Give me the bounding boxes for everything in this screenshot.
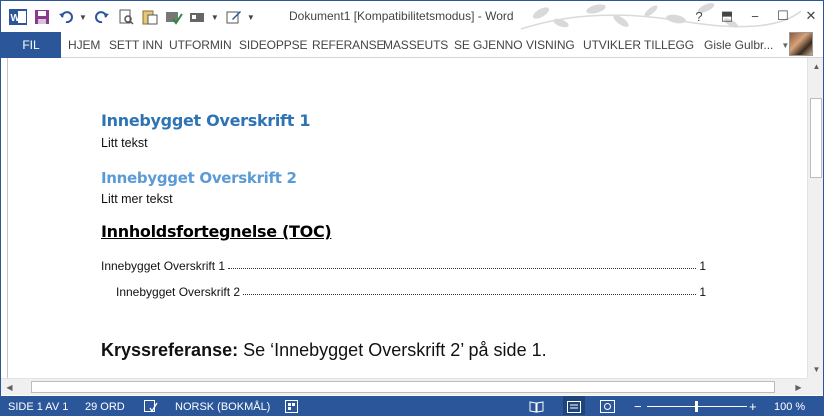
toolbar-icon[interactable]	[187, 6, 209, 28]
tab-review[interactable]: SE GJENNO	[454, 32, 523, 58]
print-preview-icon[interactable]	[115, 6, 137, 28]
heading-2[interactable]: Innebygget Overskrift 2	[101, 169, 297, 187]
zoom-slider-thumb[interactable]	[695, 401, 698, 412]
close-button[interactable]: ✕	[797, 1, 823, 31]
cross-reference-paragraph[interactable]: Kryssreferanse: Se ‘Innebygget Overskrif…	[101, 340, 547, 361]
read-mode-icon[interactable]	[529, 396, 544, 415]
tab-addins[interactable]: TILLEGG	[644, 32, 694, 58]
language-indicator[interactable]: NORSK (BOKMÅL)	[175, 396, 270, 415]
scroll-left-icon[interactable]: ◀	[1, 379, 18, 396]
edit-icon[interactable]	[223, 6, 245, 28]
page-indicator[interactable]: SIDE 1 AV 1	[8, 396, 68, 415]
toc-heading[interactable]: Innholdsfortegnelse (TOC)	[101, 222, 332, 241]
status-bar: SIDE 1 AV 1 29 ORD NORSK (BOKMÅL) − + 10…	[1, 396, 823, 415]
tab-page-layout[interactable]: SIDEOPPSE	[239, 32, 308, 58]
tab-view[interactable]: VISNING	[526, 32, 575, 58]
zoom-out-button[interactable]: −	[634, 396, 642, 415]
scroll-up-icon[interactable]: ▲	[808, 58, 823, 75]
help-button[interactable]: ?	[685, 1, 713, 31]
quick-access-toolbar: W ▼ ▼ ▼	[7, 6, 259, 28]
user-account[interactable]: Gisle Gulbr... ▼	[704, 32, 789, 58]
toolbar-dropdown-icon[interactable]: ▼	[211, 13, 219, 22]
tab-design[interactable]: UTFORMIN	[169, 32, 232, 58]
heading-1[interactable]: Innebygget Overskrift 1	[101, 111, 310, 130]
redo-icon[interactable]	[91, 6, 113, 28]
word-count[interactable]: 29 ORD	[85, 396, 125, 415]
toc-entry-text: Innebygget Overskrift 2	[116, 285, 241, 299]
word-window: W ▼ ▼ ▼ Dokument1 [Kompatibilitetsmodus]…	[0, 0, 824, 416]
toc-entry[interactable]: Innebygget Overskrift 2 1	[116, 283, 706, 299]
scrollbar-corner	[807, 378, 823, 395]
toc-entry-text: Innebygget Overskrift 1	[101, 259, 226, 273]
paste-icon[interactable]	[139, 6, 161, 28]
undo-dropdown-icon[interactable]: ▼	[79, 13, 87, 22]
undo-icon[interactable]	[55, 6, 77, 28]
avatar[interactable]	[789, 32, 813, 56]
print-layout-icon[interactable]	[563, 396, 585, 415]
word-icon[interactable]: W	[7, 6, 29, 28]
toc-entry-page: 1	[699, 259, 706, 273]
vertical-scrollbar[interactable]: ▲ ▼	[807, 58, 823, 378]
toc-leader-dots	[243, 294, 697, 295]
toc-leader-dots	[228, 268, 697, 269]
tab-file[interactable]: FIL	[1, 32, 61, 58]
tab-developer[interactable]: UTVIKLER	[583, 32, 641, 58]
zoom-level[interactable]: 100 %	[774, 396, 805, 415]
scroll-right-icon[interactable]: ▶	[790, 379, 807, 396]
proofing-icon[interactable]	[144, 396, 158, 415]
minimize-button[interactable]: −	[741, 1, 769, 31]
scroll-down-icon[interactable]: ▼	[808, 361, 823, 378]
save-icon[interactable]	[31, 6, 53, 28]
window-controls: ? ⬒ − ☐ ✕	[685, 1, 823, 31]
toc-entry[interactable]: Innebygget Overskrift 1 1	[101, 257, 706, 273]
horizontal-scroll-thumb[interactable]	[31, 381, 775, 393]
customize-qat-icon[interactable]: ▼	[247, 13, 255, 22]
document-title: Dokument1 [Kompatibilitetsmodus] - Word	[289, 9, 514, 23]
page-edge	[7, 58, 8, 378]
spellcheck-icon[interactable]	[163, 6, 185, 28]
body-text-2[interactable]: Litt mer tekst	[101, 192, 173, 206]
tab-mailings[interactable]: MASSEUTS	[383, 32, 448, 58]
cross-reference-text: Se ‘Innebygget Overskrift 2’ på side 1.	[238, 340, 547, 360]
zoom-in-button[interactable]: +	[749, 396, 757, 415]
tab-home[interactable]: HJEM	[68, 32, 100, 58]
user-name: Gisle Gulbr...	[704, 38, 774, 52]
horizontal-scrollbar[interactable]: ◀ ▶	[1, 378, 807, 395]
body-text-1[interactable]: Litt tekst	[101, 136, 148, 150]
svg-text:W: W	[11, 13, 21, 24]
toc-entry-page: 1	[699, 285, 706, 299]
tab-references[interactable]: REFERANSE	[312, 32, 385, 58]
document-area[interactable]: Innebygget Overskrift 1 Litt tekst Inneb…	[1, 58, 807, 378]
web-layout-icon[interactable]	[600, 396, 615, 415]
ribbon-display-options-button[interactable]: ⬒	[713, 1, 741, 31]
macro-recording-icon[interactable]	[285, 396, 298, 415]
cross-reference-label: Kryssreferanse:	[101, 340, 239, 360]
tab-insert[interactable]: SETT INN	[109, 32, 163, 58]
ribbon-tabs: FIL HJEM SETT INN UTFORMIN SIDEOPPSE REF…	[1, 32, 823, 58]
vertical-scroll-thumb[interactable]	[810, 98, 822, 178]
maximize-button[interactable]: ☐	[769, 1, 797, 31]
title-bar: W ▼ ▼ ▼ Dokument1 [Kompatibilitetsmodus]…	[1, 1, 823, 32]
